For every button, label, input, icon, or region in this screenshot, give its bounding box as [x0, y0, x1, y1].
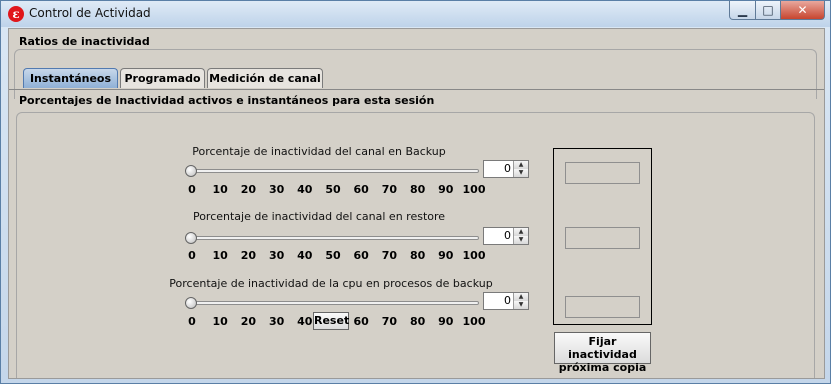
tick-label: 40 [297, 315, 313, 328]
tick-label: 10 [212, 315, 228, 328]
slider-restore-ticks: 0 10 20 30 40 50 60 70 80 90 100 [188, 249, 488, 263]
fix-inactivity-button[interactable]: Fijar inactividad próxima copia [554, 332, 651, 374]
minimize-icon: ▁ [737, 3, 748, 17]
close-icon: ✕ [797, 3, 808, 17]
fix-inactivity-label-line1: Fijar inactividad [568, 335, 637, 361]
app-logo-icon: ε [8, 6, 24, 22]
tick-label: 80 [409, 183, 426, 196]
panel-heading: Porcentajes de Inactividad activos e ins… [19, 94, 435, 107]
tick-label: 40 [297, 183, 313, 196]
maximize-button[interactable]: □ [755, 1, 781, 20]
slider-backup-track[interactable] [185, 169, 479, 173]
tab-medicion-de-canal[interactable]: Medición de canal [207, 68, 323, 88]
tick-label: 90 [438, 315, 454, 328]
fix-inactivity-label-line2: próxima copia [558, 361, 647, 374]
tick-label: 100 [462, 183, 486, 196]
slider-cpu-value: 0 [504, 294, 511, 307]
reset-button[interactable]: Reset [313, 312, 349, 330]
minimize-button[interactable]: ▁ [729, 1, 756, 20]
status-field-cpu [565, 296, 640, 318]
triangle-down-icon[interactable]: ▼ [514, 301, 528, 309]
tick-label: 80 [409, 249, 426, 262]
tick-label: 60 [353, 183, 369, 196]
tick-label: 10 [212, 249, 228, 262]
slider-restore-track[interactable] [185, 236, 479, 240]
tick-label: 40 [297, 249, 313, 262]
tick-label: 0 [188, 315, 196, 328]
slider-cpu-thumb[interactable] [185, 297, 197, 309]
tick-label: 60 [353, 315, 369, 328]
tick-label: 70 [381, 183, 398, 196]
slider-cpu-spinner[interactable]: 0 ▲ ▼ [483, 292, 529, 310]
status-field-backup [565, 162, 640, 184]
tick-label: 30 [268, 183, 285, 196]
tick-label: 70 [381, 249, 398, 262]
tick-label: 20 [240, 249, 257, 262]
slider-restore-spinner[interactable]: 0 ▲ ▼ [483, 227, 529, 245]
tick-label: 50 [325, 183, 341, 196]
maximize-icon: □ [762, 3, 774, 17]
slider-backup-thumb[interactable] [185, 165, 197, 177]
tick-label: 10 [212, 183, 228, 196]
triangle-down-icon[interactable]: ▼ [514, 169, 528, 177]
window-title: Control de Actividad [29, 6, 151, 20]
tick-label: 70 [381, 315, 398, 328]
slider-backup-spin-buttons: ▲ ▼ [513, 161, 528, 177]
tick-label: 30 [268, 315, 285, 328]
slider-backup-value: 0 [504, 162, 511, 175]
slider-restore-spin-buttons: ▲ ▼ [513, 228, 528, 244]
slider-backup-label: Porcentaje de inactividad del canal en B… [192, 145, 446, 158]
slider-restore-value: 0 [504, 229, 511, 242]
slider-cpu-label: Porcentaje de inactividad de la cpu en p… [169, 277, 493, 290]
tick-label: 30 [268, 249, 285, 262]
tick-label: 0 [188, 249, 196, 262]
tick-label: 60 [353, 249, 369, 262]
section-title: Ratios de inactividad [19, 35, 150, 48]
close-button[interactable]: ✕ [780, 1, 825, 20]
triangle-down-icon[interactable]: ▼ [514, 236, 528, 244]
tick-label: 0 [188, 183, 196, 196]
slider-cpu-track[interactable] [185, 301, 479, 305]
tick-label: 90 [438, 249, 454, 262]
slider-restore-label: Porcentaje de inactividad del canal en r… [192, 210, 446, 223]
tick-label: 100 [462, 249, 486, 262]
title-bar[interactable]: ε Control de Actividad ▁ □ ✕ [1, 1, 830, 27]
tick-label: 100 [462, 315, 486, 328]
tick-label: 50 [325, 249, 341, 262]
slider-backup-spinner[interactable]: 0 ▲ ▼ [483, 160, 529, 178]
tick-label: 80 [409, 315, 426, 328]
tab-panel-divider [9, 89, 824, 90]
tick-label: 20 [240, 315, 257, 328]
status-field-restore [565, 227, 640, 249]
tab-instantaneos[interactable]: Instantáneos [23, 68, 118, 88]
slider-cpu-spin-buttons: ▲ ▼ [513, 293, 528, 309]
tick-label: 20 [240, 183, 257, 196]
control-actividad-window: ε Control de Actividad ▁ □ ✕ Ratios de i… [0, 0, 831, 384]
slider-backup-ticks: 0 10 20 30 40 50 60 70 80 90 100 [188, 183, 488, 197]
tick-label: 90 [438, 183, 454, 196]
tab-programado[interactable]: Programado [120, 68, 205, 88]
slider-restore-thumb[interactable] [185, 232, 197, 244]
